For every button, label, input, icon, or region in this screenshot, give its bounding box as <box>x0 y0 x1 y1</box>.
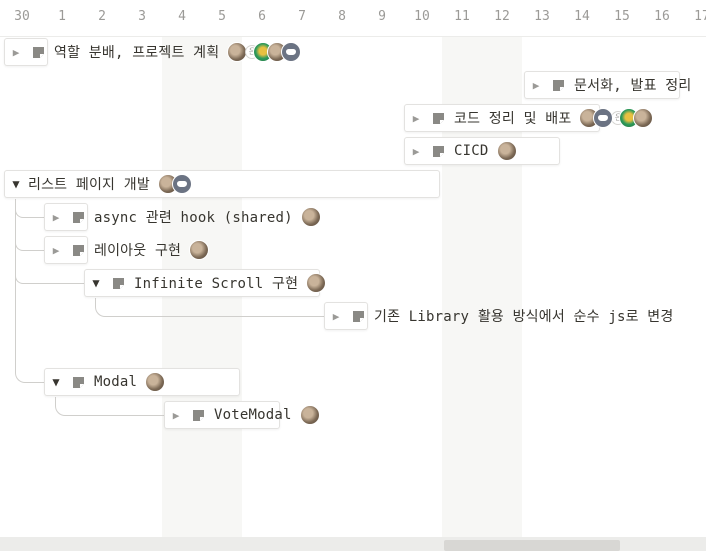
task-row[interactable]: ▶ 코드 정리 및 배포 은 <box>410 104 654 132</box>
collapse-toggle-icon[interactable]: ▼ <box>50 375 62 389</box>
timeline-header: 30 1 2 3 4 5 6 7 8 9 10 11 12 13 14 15 1… <box>0 0 706 37</box>
task-row[interactable]: ▶ 역할 분배, 프로젝트 계획 은 <box>10 38 302 66</box>
day-label: 9 <box>378 9 386 24</box>
day-label: 17 <box>694 9 706 24</box>
avatar <box>306 273 327 293</box>
task-row[interactable]: ▶ 문서화, 발표 정리 <box>530 71 699 99</box>
expand-toggle-icon[interactable]: ▶ <box>410 112 422 125</box>
task-row[interactable]: ▶ VoteModal <box>170 401 320 429</box>
expand-toggle-icon[interactable]: ▶ <box>50 211 62 224</box>
task-title: 레이아웃 구현 <box>94 243 182 259</box>
page-icon <box>73 211 84 223</box>
day-label: 8 <box>338 9 346 24</box>
day-label: 6 <box>258 9 266 24</box>
task-title: 코드 정리 및 배포 <box>454 111 572 127</box>
avatar <box>171 174 192 194</box>
scrollbar-thumb[interactable] <box>444 540 620 551</box>
avatar <box>227 42 248 62</box>
collapse-toggle-icon[interactable]: ▼ <box>90 276 102 290</box>
page-icon <box>73 244 84 256</box>
page-icon <box>33 46 44 58</box>
day-label: 15 <box>614 9 630 24</box>
page-icon <box>433 145 444 157</box>
avatar <box>189 240 210 260</box>
tree-connector <box>15 199 46 383</box>
assignee-avatars <box>189 240 210 260</box>
page-icon <box>73 376 84 388</box>
day-label: 4 <box>178 9 186 24</box>
task-row[interactable]: ▼ Modal <box>50 368 166 396</box>
page-icon <box>193 409 204 421</box>
task-title: 리스트 페이지 개발 <box>28 177 150 193</box>
horizontal-scrollbar[interactable] <box>0 537 706 551</box>
collapse-toggle-icon[interactable]: ▼ <box>10 177 22 191</box>
task-row[interactable]: ▼ Infinite Scroll 구현 <box>90 269 327 297</box>
page-icon <box>433 112 444 124</box>
tree-connector <box>95 298 326 317</box>
day-label: 16 <box>654 9 670 24</box>
expand-toggle-icon[interactable]: ▶ <box>330 310 342 323</box>
day-label: 1 <box>58 9 66 24</box>
assignee-avatars <box>299 405 320 425</box>
task-title: 역할 분배, 프로젝트 계획 <box>54 45 220 61</box>
expand-toggle-icon[interactable]: ▶ <box>10 46 22 59</box>
day-label: 14 <box>574 9 590 24</box>
day-label: 11 <box>454 9 470 24</box>
task-title: 문서화, 발표 정리 <box>574 78 692 94</box>
task-row[interactable]: ▶ 기존 Library 활용 방식에서 순수 js로 변경 <box>330 302 681 330</box>
task-title: CICD <box>454 143 489 159</box>
weekend-column <box>442 0 522 537</box>
page-icon <box>353 310 364 322</box>
task-row[interactable]: ▶ async 관련 hook (shared) <box>50 203 321 231</box>
task-title: Modal <box>94 374 138 390</box>
task-title: async 관련 hook (shared) <box>94 210 293 226</box>
day-label: 5 <box>218 9 226 24</box>
avatar <box>300 207 321 227</box>
avatar <box>633 108 654 128</box>
day-label: 7 <box>298 9 306 24</box>
assignee-avatars <box>157 174 192 194</box>
assignee-avatars <box>306 273 327 293</box>
day-label: 30 <box>14 9 30 24</box>
avatar <box>496 141 517 161</box>
task-title: 기존 Library 활용 방식에서 순수 js로 변경 <box>374 309 674 325</box>
assignee-avatars: 은 <box>227 42 302 62</box>
page-icon <box>113 277 124 289</box>
day-label: 12 <box>494 9 510 24</box>
page-icon <box>553 79 564 91</box>
day-label: 13 <box>534 9 550 24</box>
assignee-avatars <box>300 207 321 227</box>
expand-toggle-icon[interactable]: ▶ <box>50 244 62 257</box>
assignee-avatars <box>496 141 517 161</box>
avatar <box>593 108 614 128</box>
expand-toggle-icon[interactable]: ▶ <box>170 409 182 422</box>
task-title: Infinite Scroll 구현 <box>134 276 299 292</box>
assignee-avatars <box>145 372 166 392</box>
expand-toggle-icon[interactable]: ▶ <box>530 79 542 92</box>
task-title: VoteModal <box>214 407 292 423</box>
task-row[interactable]: ▶ CICD <box>410 137 517 165</box>
avatar <box>299 405 320 425</box>
avatar <box>281 42 302 62</box>
day-label: 3 <box>138 9 146 24</box>
expand-toggle-icon[interactable]: ▶ <box>410 145 422 158</box>
day-label: 10 <box>414 9 430 24</box>
tree-connector <box>55 397 166 416</box>
assignee-avatars: 은 <box>579 108 654 128</box>
task-row[interactable]: ▶ 레이아웃 구현 <box>50 236 210 264</box>
avatar <box>145 372 166 392</box>
task-row[interactable]: ▼ 리스트 페이지 개발 <box>10 170 192 198</box>
day-label: 2 <box>98 9 106 24</box>
